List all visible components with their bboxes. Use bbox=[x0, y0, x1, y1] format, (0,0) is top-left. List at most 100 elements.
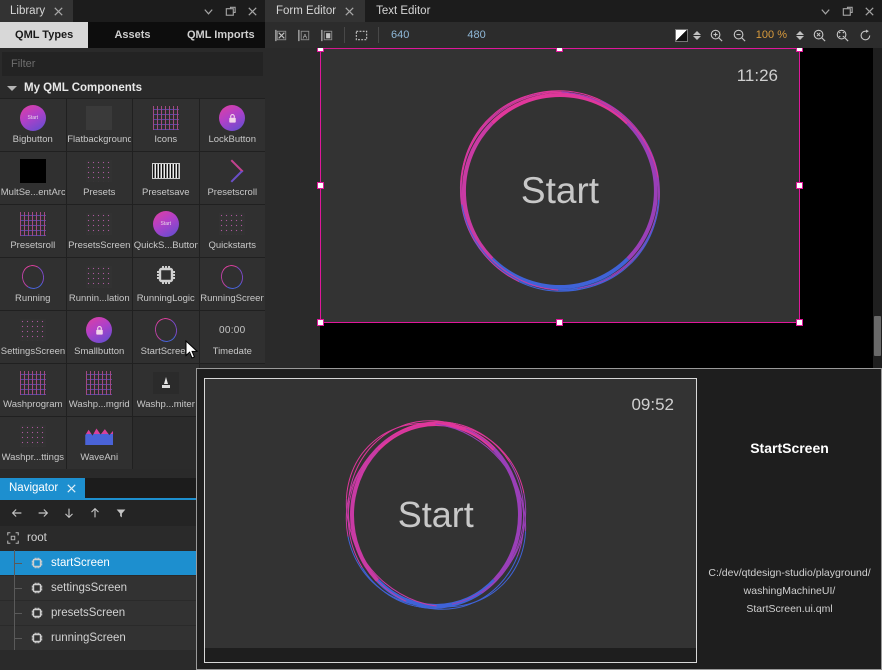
component-item[interactable]: Quickstarts bbox=[200, 205, 266, 257]
snap-to-anchors-icon[interactable]: A bbox=[294, 25, 315, 46]
component-item[interactable]: Washpr...ttings bbox=[0, 417, 66, 469]
ring-icon bbox=[19, 263, 46, 292]
forward-arrow-icon[interactable] bbox=[32, 502, 54, 524]
navigator-item-runningscreen[interactable]: runningScreen bbox=[0, 626, 196, 650]
preview-device-frame[interactable]: 09:52 Start bbox=[204, 378, 697, 663]
scrollbar-thumb[interactable] bbox=[874, 316, 881, 356]
dots-sparse-icon bbox=[219, 213, 245, 235]
component-item[interactable]: 00:00Timedate bbox=[200, 311, 266, 363]
library-tab[interactable]: Library bbox=[0, 0, 73, 22]
navigator-item-settingsscreen[interactable]: settingsScreen bbox=[0, 576, 196, 600]
navigator-toolbar bbox=[0, 500, 196, 526]
component-item[interactable]: Washp...mgrid bbox=[67, 364, 133, 416]
navigator-item-label: runningScreen bbox=[51, 632, 126, 644]
move-down-arrow-icon[interactable] bbox=[58, 502, 80, 524]
dots-icon bbox=[86, 213, 112, 235]
component-item[interactable]: Presetsave bbox=[133, 152, 199, 204]
preview-start-button-graphic[interactable]: Start bbox=[398, 494, 474, 536]
tab-form-editor[interactable]: Form Editor bbox=[265, 0, 365, 22]
reset-view-icon[interactable] bbox=[855, 25, 876, 46]
component-item[interactable]: Running bbox=[0, 258, 66, 310]
zoom-fit-icon[interactable] bbox=[832, 25, 853, 46]
icon-grid-icon bbox=[153, 106, 179, 130]
close-panel-icon[interactable] bbox=[863, 5, 876, 18]
artboard-startscreen[interactable]: 11:26 Start bbox=[320, 48, 800, 323]
component-item[interactable]: Washprogram bbox=[0, 364, 66, 416]
component-item[interactable]: Icons bbox=[133, 99, 199, 151]
close-icon[interactable] bbox=[65, 482, 78, 495]
no-snapping-icon[interactable] bbox=[271, 25, 292, 46]
gradient-circle-icon: Start bbox=[20, 105, 46, 131]
snap-to-parent-icon[interactable] bbox=[317, 25, 338, 46]
tab-qml-imports[interactable]: QML Imports bbox=[177, 22, 265, 48]
component-item[interactable]: LockButton bbox=[200, 99, 266, 151]
tab-assets[interactable]: Assets bbox=[88, 22, 176, 48]
zoom-out-icon[interactable] bbox=[729, 25, 750, 46]
filter-icon[interactable] bbox=[110, 502, 132, 524]
flat-rect-icon bbox=[86, 106, 112, 130]
chip-icon bbox=[30, 581, 44, 595]
form-editor-canvas[interactable]: 11:26 Start StartScreen bbox=[265, 48, 882, 368]
background-color-stepper[interactable] bbox=[690, 31, 704, 40]
background-color-icon[interactable] bbox=[675, 29, 688, 42]
component-item[interactable]: Presetscroll bbox=[200, 152, 266, 204]
zoom-in-icon[interactable] bbox=[706, 25, 727, 46]
caret-down-icon bbox=[7, 86, 17, 91]
start-button-graphic[interactable]: Start bbox=[521, 170, 599, 212]
start-button-label: Start bbox=[521, 170, 599, 212]
tab-qml-types[interactable]: QML Types bbox=[0, 22, 88, 48]
component-label: Presetsave bbox=[142, 186, 190, 200]
canvas-width-field[interactable]: 640 bbox=[385, 29, 415, 41]
tab-text-editor[interactable]: Text Editor bbox=[365, 0, 439, 22]
component-item[interactable]: Washp...miter bbox=[133, 364, 199, 416]
component-item[interactable]: MultSe...entArc bbox=[0, 152, 66, 204]
component-item[interactable]: Runnin...lation bbox=[67, 258, 133, 310]
component-label: Flatbackground bbox=[67, 133, 131, 147]
component-item[interactable]: PresetsScreen bbox=[67, 205, 133, 257]
ring-small-icon bbox=[152, 316, 179, 345]
close-icon[interactable] bbox=[343, 5, 356, 18]
component-item[interactable]: RunningLogic bbox=[133, 258, 199, 310]
section-header-my-qml-components[interactable]: My QML Components bbox=[0, 78, 265, 98]
component-thumbnail: Start bbox=[149, 209, 183, 239]
preview-title: StartScreen bbox=[750, 440, 829, 456]
component-label: PresetsScreen bbox=[68, 239, 130, 253]
navigator-tab[interactable]: Navigator bbox=[0, 478, 85, 498]
move-up-arrow-icon[interactable] bbox=[84, 502, 106, 524]
component-item[interactable]: StartQuickS...Button bbox=[133, 205, 199, 257]
component-item[interactable]: StartBigbutton bbox=[0, 99, 66, 151]
zoom-stepper[interactable] bbox=[793, 31, 807, 40]
component-item[interactable]: WaveAni bbox=[67, 417, 133, 469]
chevron-down-icon[interactable] bbox=[202, 5, 215, 18]
zoom-reset-icon[interactable] bbox=[809, 25, 830, 46]
library-window-controls bbox=[202, 0, 259, 22]
component-item[interactable]: Presetsroll bbox=[0, 205, 66, 257]
close-panel-icon[interactable] bbox=[246, 5, 259, 18]
component-item[interactable]: Smallbutton bbox=[67, 311, 133, 363]
component-label: Runnin...lation bbox=[69, 292, 130, 306]
grid-icon bbox=[20, 212, 46, 236]
navigator-item-presetsscreen[interactable]: presetsScreen bbox=[0, 601, 196, 625]
component-item[interactable]: RunningScreen bbox=[200, 258, 266, 310]
component-label: WaveAni bbox=[80, 451, 118, 465]
component-item[interactable]: SettingsScreen bbox=[0, 311, 66, 363]
canvas-height-field[interactable]: 480 bbox=[461, 29, 491, 41]
navigator-item-startscreen[interactable]: startScreen bbox=[0, 551, 196, 575]
canvas-vertical-scrollbar[interactable] bbox=[873, 48, 882, 368]
library-filter-input[interactable]: Filter bbox=[2, 52, 263, 76]
dots-icon bbox=[86, 160, 112, 182]
close-icon[interactable] bbox=[52, 5, 65, 18]
tree-row-root[interactable]: root bbox=[0, 526, 196, 550]
zoom-level-value[interactable]: 100 % bbox=[752, 29, 791, 41]
preview-file-path: C:/dev/qtdesign-studio/playground/ washi… bbox=[702, 564, 877, 618]
show-bounding-rect-icon[interactable] bbox=[351, 25, 372, 46]
component-item[interactable]: Flatbackground bbox=[67, 99, 133, 151]
back-arrow-icon[interactable] bbox=[6, 502, 28, 524]
component-label: Washprogram bbox=[3, 398, 62, 412]
float-panel-icon[interactable] bbox=[841, 5, 854, 18]
component-item[interactable]: StartScreen bbox=[133, 311, 199, 363]
lock-circle-icon bbox=[219, 105, 245, 131]
chevron-down-icon[interactable] bbox=[819, 5, 832, 18]
float-panel-icon[interactable] bbox=[224, 5, 237, 18]
component-item[interactable]: Presets bbox=[67, 152, 133, 204]
